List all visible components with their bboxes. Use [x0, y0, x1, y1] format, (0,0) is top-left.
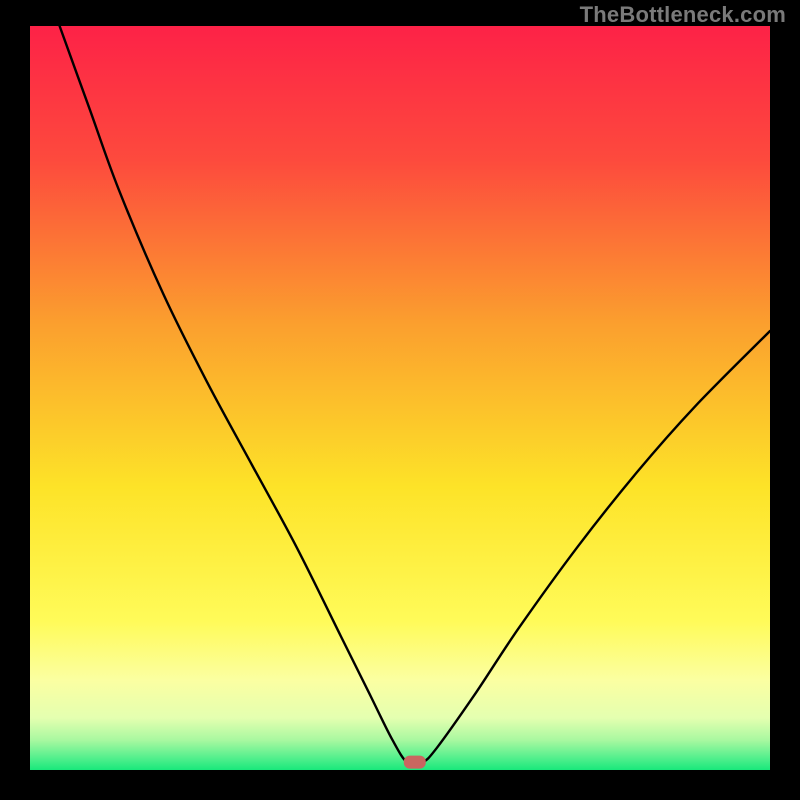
chart-frame: TheBottleneck.com: [0, 0, 800, 800]
watermark-text: TheBottleneck.com: [580, 2, 786, 28]
bottleneck-chart: [30, 26, 770, 770]
gradient-background: [30, 26, 770, 770]
optimal-marker: [404, 756, 426, 769]
plot-area: [30, 26, 770, 770]
